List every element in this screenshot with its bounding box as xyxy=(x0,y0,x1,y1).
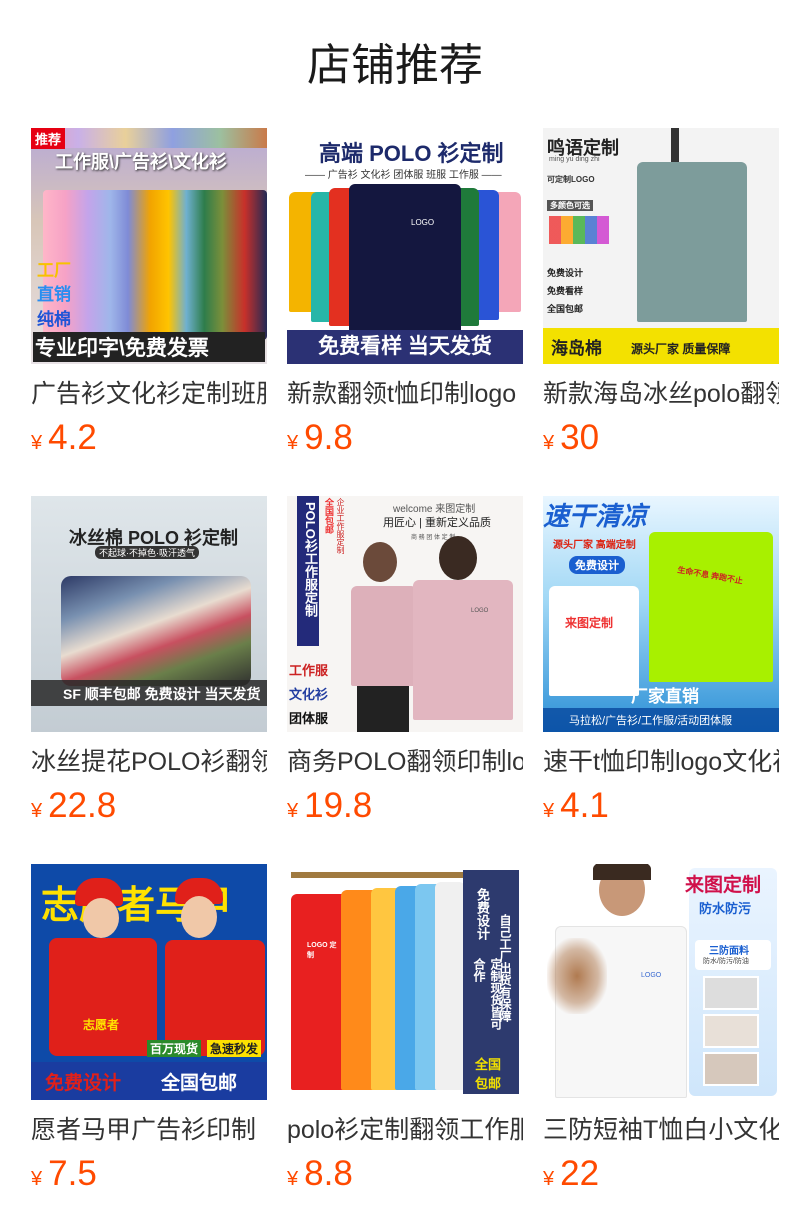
product-image[interactable]: 高端 POLO 衫定制 —— 广告衫 文化衫 团体服 班服 工作服 —— LOG… xyxy=(287,128,523,364)
currency-symbol: ¥ xyxy=(287,1168,299,1190)
price-value: 22 xyxy=(560,1154,600,1193)
product-name[interactable]: 新款翻领t恤印制logo xyxy=(287,378,523,410)
product-image[interactable]: 速干清凉 源头厂家 高端定制 免费设计 来图定制 生命不息 奔跑不止 厂家直销 … xyxy=(543,496,779,732)
product-price: ¥4.2 xyxy=(31,418,97,458)
currency-symbol: ¥ xyxy=(31,800,43,822)
price-value: 9.8 xyxy=(304,418,353,457)
product-card[interactable]: 冰丝棉 POLO 衫定制 不起球·不掉色·吸汗透气 SF 顺丰包邮 免费设计 当… xyxy=(31,496,267,825)
product-price: ¥9.8 xyxy=(287,418,353,458)
product-name[interactable]: 冰丝提花POLO衫翻领 xyxy=(31,746,267,778)
product-card[interactable]: LOGO 定制 免费设计 定制现货皆可合作 自己工厂出货有保障 全国包邮 pol… xyxy=(287,864,523,1193)
currency-symbol: ¥ xyxy=(287,800,299,822)
product-card[interactable]: 高端 POLO 衫定制 —— 广告衫 文化衫 团体服 班服 工作服 —— LOG… xyxy=(287,128,523,457)
product-card[interactable]: POLO衫工作服定制 全国包邮 企业工作服定制 welcome 来图定制 用匠心… xyxy=(287,496,523,825)
product-image[interactable]: 冰丝棉 POLO 衫定制 不起球·不掉色·吸汗透气 SF 顺丰包邮 免费设计 当… xyxy=(31,496,267,732)
currency-symbol: ¥ xyxy=(543,432,555,454)
product-card[interactable]: 推荐 工作服\广告衫\文化衫 工厂 直销 纯棉 专业印字\免费发票 广告衫文化衫… xyxy=(31,128,267,457)
product-price: ¥7.5 xyxy=(31,1154,97,1194)
price-value: 30 xyxy=(560,418,600,457)
price-value: 19.8 xyxy=(304,786,373,825)
currency-symbol: ¥ xyxy=(543,1168,555,1190)
product-price: ¥4.1 xyxy=(543,786,609,826)
product-name[interactable]: 三防短袖T恤白小文化衫 xyxy=(543,1114,779,1146)
price-value: 22.8 xyxy=(48,786,117,825)
page-title: 店铺推荐 xyxy=(307,41,483,90)
price-value: 7.5 xyxy=(48,1154,97,1193)
product-name[interactable]: 速干t恤印制logo文化衫 xyxy=(543,746,779,778)
product-price: ¥22.8 xyxy=(31,786,116,826)
currency-symbol: ¥ xyxy=(287,432,299,454)
product-name[interactable]: 新款海岛冰丝polo翻领 xyxy=(543,378,779,410)
product-card[interactable]: 志愿者马甲 志愿者 百万现货 急速秒发 免费设计 全国包邮 愿者马甲广告衫印制 … xyxy=(31,864,267,1193)
product-card[interactable]: 速干清凉 源头厂家 高端定制 免费设计 来图定制 生命不息 奔跑不止 厂家直销 … xyxy=(543,496,779,825)
product-card[interactable]: LOGO 来图定制 防水防污 三防面料 防水/防污/防油 三防短袖T恤白小文化衫… xyxy=(543,864,779,1193)
price-value: 4.1 xyxy=(560,786,609,825)
product-price: ¥30 xyxy=(543,418,599,458)
product-name[interactable]: 愿者马甲广告衫印制 xyxy=(31,1114,267,1146)
product-price: ¥19.8 xyxy=(287,786,372,826)
product-image[interactable]: LOGO 来图定制 防水防污 三防面料 防水/防污/防油 xyxy=(543,864,779,1100)
product-image[interactable]: 推荐 工作服\广告衫\文化衫 工厂 直销 纯棉 专业印字\免费发票 xyxy=(31,128,267,364)
currency-symbol: ¥ xyxy=(543,800,555,822)
currency-symbol: ¥ xyxy=(31,432,43,454)
product-image[interactable]: 志愿者马甲 志愿者 百万现货 急速秒发 免费设计 全国包邮 xyxy=(31,864,267,1100)
product-price: ¥22 xyxy=(543,1154,599,1194)
price-value: 8.8 xyxy=(304,1154,353,1193)
price-value: 4.2 xyxy=(48,418,97,457)
recommend-badge: 推荐 xyxy=(31,128,66,149)
product-image[interactable]: LOGO 定制 免费设计 定制现货皆可合作 自己工厂出货有保障 全国包邮 xyxy=(287,864,523,1100)
product-image[interactable]: 鸣语定制 ming yu ding zhi 可定制LOGO 多颜色可选 免费设计… xyxy=(543,128,779,364)
product-price: ¥8.8 xyxy=(287,1154,353,1194)
currency-symbol: ¥ xyxy=(31,1168,43,1190)
product-name[interactable]: 商务POLO翻领印制logo xyxy=(287,746,523,778)
product-card[interactable]: 鸣语定制 ming yu ding zhi 可定制LOGO 多颜色可选 免费设计… xyxy=(543,128,779,457)
product-name[interactable]: 广告衫文化衫定制班服 xyxy=(31,378,267,410)
product-image[interactable]: POLO衫工作服定制 全国包邮 企业工作服定制 welcome 来图定制 用匠心… xyxy=(287,496,523,732)
product-name[interactable]: polo衫定制翻领工作服 xyxy=(287,1114,523,1146)
